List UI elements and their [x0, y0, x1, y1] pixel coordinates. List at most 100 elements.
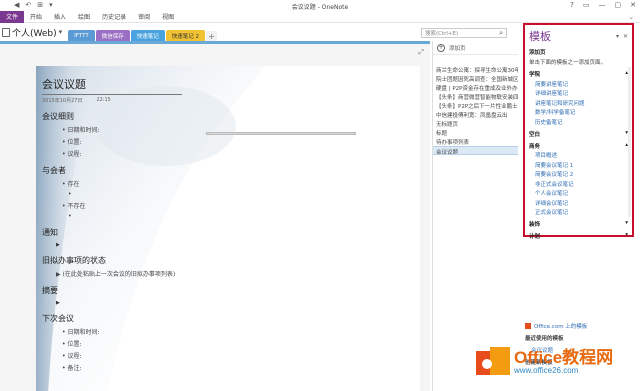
page-item-selected[interactable]: 会议议题 — [433, 146, 518, 155]
search-icon[interactable]: ⌕ — [499, 29, 503, 37]
template-link[interactable]: 非正式会议笔记 — [529, 180, 628, 188]
tab-home[interactable]: 开始 — [24, 12, 48, 21]
search-input[interactable]: 搜索(Ctrl+E) ⌕ — [421, 28, 507, 38]
customize-icon[interactable]: ▾ — [49, 2, 53, 9]
template-link[interactable]: 历史备笔记 — [529, 118, 628, 126]
page-item[interactable]: 硬盘 | P2P资金存在重成及业外办 — [433, 83, 518, 92]
list-item-empty[interactable]: • — [42, 213, 182, 220]
category-planners[interactable]: 计划 ▾ — [529, 232, 628, 240]
list-item[interactable]: ▶ (在此处粘贴上一次会议的旧拟办事项列表) — [42, 269, 182, 278]
heading-old-action-items[interactable]: 旧拟办事项的状态 — [42, 255, 182, 266]
page-title[interactable]: 会议议题 — [42, 76, 182, 95]
page-item[interactable]: 待办事项列表 — [433, 137, 518, 146]
page-item[interactable]: 【头条】商营微营智能物联安装四通 — [433, 92, 518, 101]
heading-meeting-details[interactable]: 会议细则 — [42, 111, 182, 122]
tab-insert[interactable]: 插入 — [48, 12, 72, 21]
page-item[interactable]: 【头条】P2P之后下一片性业鹏士 — [433, 101, 518, 110]
plus-icon: + — [437, 43, 445, 52]
list-item[interactable]: • 日期和时间: — [42, 125, 182, 134]
close-icon[interactable]: ✕ — [623, 33, 628, 40]
list-item[interactable]: • 不存在 — [42, 201, 182, 210]
add-page-label: 添加页 — [449, 45, 466, 52]
notebook-bar: 个人(Web) ▾ IFTTT 微信保存 快速笔记 快速笔记 2 + — [0, 25, 420, 41]
category-business[interactable]: 商务 ▴ — [529, 142, 628, 150]
list-item[interactable]: • 议程: — [42, 149, 182, 158]
tab-draw[interactable]: 绘图 — [72, 12, 96, 21]
collapse-triangle-icon[interactable]: ▶ — [42, 300, 182, 306]
template-link[interactable]: 简要会议笔记 2 — [529, 170, 628, 178]
close-button[interactable]: ✕ — [630, 1, 636, 9]
tab-file[interactable]: 文件 — [0, 10, 25, 23]
dock-icon[interactable]: ⊞ — [37, 2, 43, 9]
list-item[interactable]: • 位置: — [42, 137, 182, 146]
list-item-empty[interactable]: • — [42, 191, 182, 198]
template-link[interactable]: 讲座笔记和研究问题 — [529, 99, 628, 107]
note-canvas[interactable]: ⤢ 会议议题 2015年10月27日 22:15 会议细则 • 日期和时间: •… — [0, 41, 430, 391]
tab-section-quick-notes[interactable]: 快速笔记 — [130, 30, 165, 41]
heading-next-meeting[interactable]: 下次会议 — [42, 313, 182, 324]
page-item[interactable]: 无标题页 — [433, 119, 518, 128]
watermark-text: Office教程网 www.office26.com — [514, 349, 613, 375]
heading-summary[interactable]: 摘要 — [42, 285, 182, 296]
category-blank[interactable]: 空白 ▾ — [529, 130, 628, 138]
collapse-triangle-icon[interactable]: ▶ — [42, 242, 182, 248]
expand-ribbon-icon[interactable]: ⌄ — [628, 13, 634, 21]
tab-section-quick-notes-2[interactable]: 快速笔记 2 — [165, 30, 206, 41]
template-link[interactable]: 简要讲座笔记 — [529, 80, 628, 88]
minimize-button[interactable]: — — [599, 1, 606, 9]
heading-attendees[interactable]: 与会者 — [42, 165, 182, 176]
templates-intro: 单击下面的模板之一添加页面。 — [529, 60, 607, 66]
templates-pane: 模板 ▾ ✕ 添加页 单击下面的模板之一添加页面。 学院 ▴ 简要讲座笔记 详细讲… — [523, 23, 634, 240]
template-link[interactable]: 正式会议笔记 — [529, 208, 628, 216]
notebook-picker[interactable]: 个人(Web) ▾ — [0, 25, 68, 41]
page-item[interactable]: 院士团题因死高调查：全国新城区 — [433, 74, 518, 83]
page-time: 22:15 — [96, 97, 111, 103]
list-item[interactable]: • 存在 — [42, 179, 182, 188]
add-page-button[interactable]: + 添加页 — [433, 41, 518, 55]
heading-notice[interactable]: 通知 — [42, 227, 182, 238]
tab-view[interactable]: 视图 — [156, 12, 180, 21]
office-templates-link[interactable]: Office.com 上的模板 — [525, 322, 635, 330]
section-label: 微信保存 — [101, 33, 124, 40]
full-page-view-icon[interactable]: ⤢ — [418, 48, 424, 57]
note-page[interactable]: 会议议题 2015年10月27日 22:15 会议细则 • 日期和时间: • 位… — [36, 66, 420, 391]
template-link[interactable]: 详细会议笔记 — [529, 199, 628, 207]
page-item[interactable]: 标题 — [433, 128, 518, 137]
help-button[interactable]: ? — [570, 1, 574, 9]
template-link[interactable]: 数学/科学备笔记 — [529, 108, 628, 116]
templates-scrollbar[interactable] — [628, 67, 631, 217]
category-decorative[interactable]: 装饰 ▾ — [529, 220, 628, 228]
tab-review[interactable]: 审阅 — [132, 12, 156, 21]
category-academic[interactable]: 学院 ▴ — [529, 70, 628, 78]
expand-icon: ▾ — [625, 232, 628, 238]
tab-history[interactable]: 历史记录 — [96, 12, 132, 21]
ribbon-display-button[interactable]: ▭ — [583, 1, 590, 9]
template-link[interactable]: 简要会议笔记 1 — [529, 161, 628, 169]
template-link[interactable]: 项目概述 — [529, 151, 628, 159]
tab-section-weixin[interactable]: 微信保存 — [95, 30, 130, 41]
window-title: 会议议题 - OneNote — [291, 4, 349, 11]
template-link[interactable]: 详细讲座笔记 — [529, 89, 628, 97]
site-watermark: Office教程网 www.office26.com — [476, 338, 636, 386]
list-item[interactable]: • 议程: — [42, 351, 182, 360]
note-content[interactable]: 会议议题 2015年10月27日 22:15 会议细则 • 日期和时间: • 位… — [42, 76, 182, 372]
window-controls: ? ▭ — ▢ ✕ — [570, 1, 636, 9]
tab-section-ifttt[interactable]: IFTTT — [68, 30, 95, 41]
section-label: 快速笔记 — [136, 33, 159, 40]
pane-menu-icon[interactable]: ▾ — [616, 33, 619, 40]
page-list: 商兰生命公寓：探寻生命公寓30年 院士团题因死高调查：全国新城区 硬盘 | P2… — [433, 55, 518, 155]
page-item[interactable]: 商兰生命公寓：探寻生命公寓30年 — [433, 65, 518, 74]
list-item[interactable]: • 位置: — [42, 339, 182, 348]
back-icon[interactable]: ◀ — [14, 2, 19, 9]
search-placeholder: 搜索(Ctrl+E) — [425, 31, 459, 37]
maximize-button[interactable]: ▢ — [615, 1, 622, 9]
page-item[interactable]: 中信建投傅利宽：凤凰盘云出 — [433, 110, 518, 119]
note-container-handle[interactable] — [206, 132, 356, 135]
undo-icon[interactable]: ↶ — [25, 2, 31, 9]
list-item[interactable]: • 备注: — [42, 363, 182, 372]
office-logo-icon — [525, 323, 531, 329]
add-section-button[interactable]: + — [206, 31, 218, 41]
template-link[interactable]: 个人会议笔记 — [529, 189, 628, 197]
list-item[interactable]: • 日期和时间: — [42, 327, 182, 336]
notebook-icon — [2, 27, 10, 37]
